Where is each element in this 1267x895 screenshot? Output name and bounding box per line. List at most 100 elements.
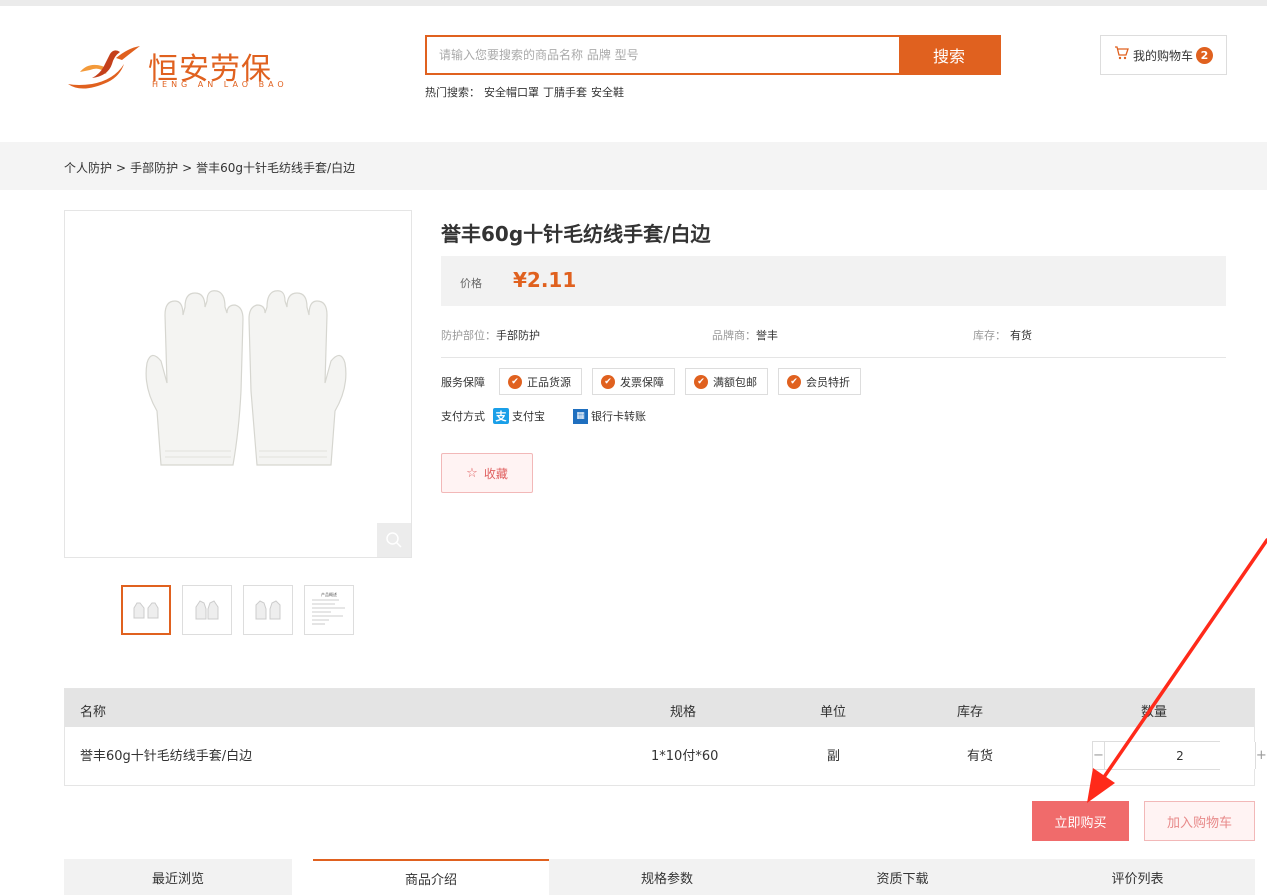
top-line [0,0,1267,6]
add-to-cart-button[interactable]: 加入购物车 [1144,801,1255,841]
price-label: 价格 [460,277,482,290]
check-icon: ✔ [694,374,708,389]
cart-button[interactable]: 我的购物车 2 [1100,35,1227,75]
hot-search-label: 热门搜索： [425,86,480,99]
service-tag: ✔ 正品货源 [499,368,582,395]
hot-search-term[interactable]: 丁腈手套 [543,86,587,99]
thumbnail-gloves-icon [255,600,281,620]
spec-table-header: 名称 规格 单位 库存 数量 [65,689,1254,727]
star-icon: ☆ [466,465,478,481]
breadcrumb-current: 誉丰60g十针毛纺线手套/白边 [196,161,356,175]
service-tag-label: 正品货源 [527,375,571,389]
thumbnail[interactable]: 产品概述 [304,585,354,635]
column-header-name: 名称 [80,705,107,720]
cart-label: 我的购物车 [1132,48,1193,63]
alipay-icon: 支 [493,408,509,424]
attr-value: 有货 [1010,329,1032,342]
service-tag-label: 满额包邮 [713,375,757,389]
gloves-image [145,290,347,466]
thumbnail-document-title: 产品概述 [321,591,337,597]
favorite-label: 收藏 [483,466,508,481]
service-tag-label: 发票保障 [620,375,664,389]
attr-label: 防护部位： [441,329,496,342]
spec-table: 名称 规格 单位 库存 数量 誉丰60g十针毛纺线手套/白边 1*10付*60 … [64,688,1267,786]
payment-method-label: 银行卡转账 [591,410,646,423]
search-bar: 搜索 [425,35,1001,75]
product-main-image[interactable] [64,210,412,558]
quantity-increase-button[interactable]: + [1254,742,1267,769]
thumbnail-strip: 产品概述 [121,585,354,635]
payment-label: 支付方式 [441,410,485,423]
attr-label: 品牌商： [712,329,756,342]
check-icon: ✔ [508,374,522,389]
hot-search-term[interactable]: 口罩 [517,86,539,99]
cart-count-badge: 2 [1196,46,1213,64]
attr-label: 库存： [973,329,1006,342]
tab-certificates[interactable]: 资质下载 [785,859,1020,895]
quantity-decrease-button[interactable]: − [1093,742,1105,769]
service-tag-label: 会员特折 [806,375,850,389]
row-stock: 有货 [967,749,994,764]
product-attributes: 防护部位：手部防护 品牌商：誉丰 库存： 有货 [441,322,1226,358]
payment-bank-transfer: ▦ 银行卡转账 [573,408,646,424]
thumbnail-gloves-icon [195,600,219,620]
service-tag: ✔ 发票保障 [592,368,675,395]
table-row: 誉丰60g十针毛纺线手套/白边 1*10付*60 副 有货 − + [65,727,1267,785]
buy-now-button[interactable]: 立即购买 [1032,801,1129,841]
product-title: 誉丰60g十针毛纺线手套/白边 [441,222,711,246]
attr-value: 手部防护 [496,329,540,342]
favorite-button[interactable]: ☆ 收藏 [441,453,533,493]
breadcrumb-item[interactable]: 个人防护 [64,161,112,175]
attr-value: 誉丰 [756,329,778,342]
quantity-stepper: − + [1092,741,1267,770]
hot-search-term[interactable]: 安全帽 [484,86,517,99]
logo-subtext: HENG AN LAO BAO [152,80,288,89]
search-button[interactable]: 搜索 [899,37,999,73]
thumbnail[interactable] [121,585,171,635]
column-header-quantity: 数量 [1141,705,1168,720]
breadcrumb-bar: 个人防护 > 手部防护 > 誉丰60g十针毛纺线手套/白边 [0,142,1267,190]
payment-method-label: 支付宝 [512,410,545,423]
logo-mark-icon [68,46,140,89]
quantity-input[interactable] [1104,742,1255,769]
tab-specifications[interactable]: 规格参数 [549,859,785,895]
row-unit: 副 [827,749,841,764]
payment-methods: 支付方式 支支付宝 ▦ 银行卡转账 [441,408,674,424]
detail-tabs: 最近浏览 商品介绍 规格参数 资质下载 评价列表 [64,859,1255,895]
service-tag: ✔ 满额包邮 [685,368,768,395]
attr-brand: 品牌商：誉丰 [712,327,778,343]
price-bar: 价格 ¥2.11 [441,256,1226,306]
tab-reviews[interactable]: 评价列表 [1020,859,1255,895]
brand-logo[interactable]: 恒安劳保 HENG AN LAO BAO [62,38,284,98]
tab-recently-viewed[interactable]: 最近浏览 [64,859,292,895]
breadcrumb-separator: > [182,161,193,175]
hot-search-term[interactable]: 安全鞋 [591,86,624,99]
price-value: ¥2.11 [513,268,577,292]
attr-protection: 防护部位：手部防护 [441,327,540,343]
payment-alipay: 支支付宝 [493,408,545,424]
service-guarantees: 服务保障 ✔ 正品货源 ✔ 发票保障 ✔ 满额包邮 ✔ 会员特折 [441,368,871,395]
bank-card-icon: ▦ [573,408,588,424]
column-header-unit: 单位 [820,705,847,720]
thumbnail[interactable] [243,585,293,635]
breadcrumb-separator: > [116,161,127,175]
thumbnail-gloves-icon [133,602,159,619]
service-label: 服务保障 [441,375,485,389]
zoom-icon[interactable] [377,523,411,557]
thumbnail[interactable] [182,585,232,635]
cart-icon [1114,46,1129,64]
search-input[interactable] [427,37,901,73]
check-icon: ✔ [601,374,615,389]
row-name: 誉丰60g十针毛纺线手套/白边 [80,749,253,764]
service-tag: ✔ 会员特折 [778,368,861,395]
attr-stock: 库存： 有货 [973,327,1032,343]
row-spec: 1*10付*60 [651,749,719,764]
column-header-stock: 库存 [957,705,984,720]
check-icon: ✔ [787,374,801,389]
column-header-spec: 规格 [670,705,697,720]
breadcrumb: 个人防护 > 手部防护 > 誉丰60g十针毛纺线手套/白边 [64,159,355,176]
thumbnail-document-icon: 产品概述 [312,591,345,625]
hot-search: 热门搜索： 安全帽口罩 丁腈手套 安全鞋 [425,84,628,100]
tab-product-intro[interactable]: 商品介绍 [313,859,549,895]
breadcrumb-item[interactable]: 手部防护 [130,161,178,175]
